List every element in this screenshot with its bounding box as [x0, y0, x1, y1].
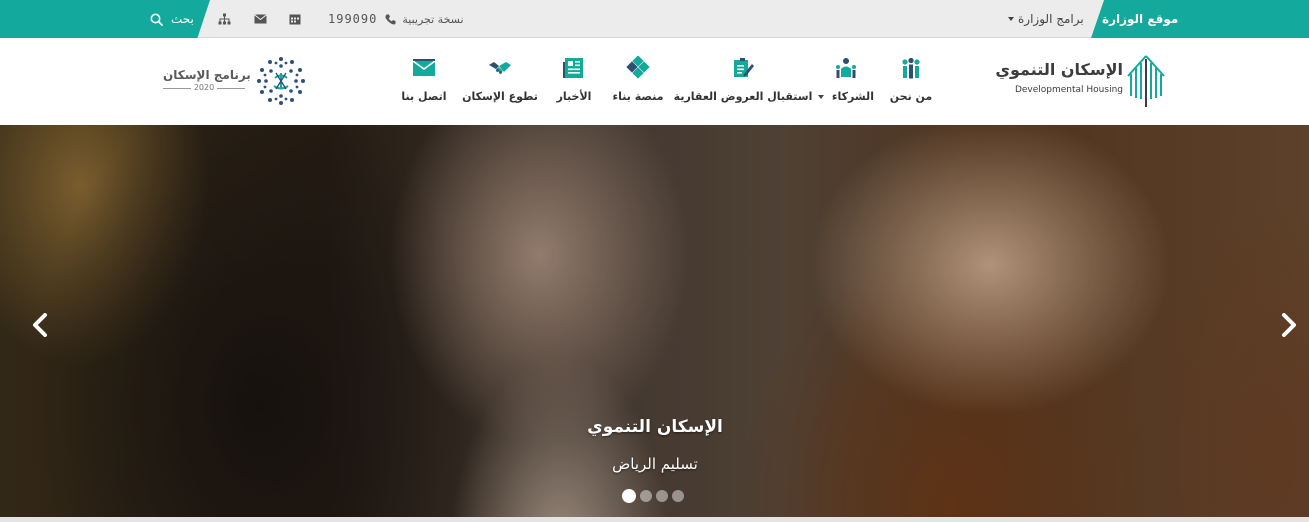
calendar-button[interactable] — [289, 0, 301, 38]
people-icon — [902, 57, 920, 79]
ministry-programs-label: برامج الوزارة — [1018, 12, 1084, 26]
slider-dot-4[interactable] — [672, 490, 684, 502]
ministry-site-link[interactable]: موقع الوزارة — [1102, 0, 1178, 38]
sitemap-button[interactable] — [218, 0, 231, 38]
nav-binaa-platform[interactable]: منصة بناء — [612, 56, 664, 103]
program-year-line: 2020 — [163, 83, 245, 98]
sitemap-icon — [218, 13, 231, 25]
ministry-programs-dropdown[interactable]: برامج الوزارة — [1008, 0, 1084, 38]
search-button[interactable]: بحث — [150, 0, 194, 38]
vision-emblem-icon — [257, 57, 305, 105]
chevron-right-icon — [1282, 313, 1296, 337]
nav-property-offers-label: استقبال العروض العقارية — [673, 90, 813, 103]
search-icon — [150, 13, 163, 26]
top-utility-bar: بحث 199090 نسخة تجريبية برامج الوزارة مو… — [0, 0, 1309, 38]
nav-binaa-platform-label: منصة بناء — [612, 90, 664, 103]
nav-property-offers[interactable]: استقبال العروض العقارية — [674, 56, 812, 103]
program-year: 2020 — [190, 83, 218, 92]
chevron-down-icon — [1008, 17, 1014, 21]
email-button[interactable] — [254, 0, 267, 38]
beta-label: نسخة تجريبية — [402, 12, 464, 26]
slider-dot-3[interactable] — [656, 490, 668, 502]
hero-slider: الإسكان التنموي تسليم الرياض — [0, 125, 1309, 517]
nav-partners-label: الشركاء — [818, 90, 874, 103]
chevron-down-icon — [818, 95, 825, 99]
calendar-icon — [289, 14, 301, 25]
logo-arabic-text: الإسكان التنموي — [995, 60, 1123, 79]
slider-pagination — [622, 489, 684, 503]
slider-dot-1[interactable] — [622, 489, 636, 503]
developmental-housing-logo[interactable]: الإسكان التنموي Developmental Housing — [995, 54, 1166, 109]
nav-contact-us[interactable]: اتصل بنا — [401, 56, 447, 103]
phone-number: 199090 — [328, 12, 378, 26]
slider-dot-2[interactable] — [640, 490, 652, 502]
nav-news-label: الأخبار — [556, 90, 592, 103]
main-header: الإسكان التنموي Developmental Housing من… — [0, 38, 1309, 125]
hotline: 199090 نسخة تجريبية — [328, 0, 464, 38]
nav-news[interactable]: الأخبار — [553, 56, 595, 103]
newspaper-icon — [563, 58, 583, 78]
program-name: برنامج الإسكان — [163, 68, 251, 82]
envelope-small-icon — [254, 14, 267, 24]
slide-subtitle: تسليم الرياض — [612, 455, 698, 473]
partner-icon — [836, 58, 856, 78]
nav-about-us[interactable]: من نحن — [890, 56, 932, 103]
document-edit-icon — [734, 58, 754, 77]
handshake-icon — [489, 62, 511, 74]
chevron-left-icon — [33, 313, 47, 337]
nav-about-us-label: من نحن — [889, 90, 933, 103]
slider-next-button[interactable] — [1277, 307, 1301, 343]
envelope-icon — [412, 59, 436, 76]
logo-english-text: Developmental Housing — [1014, 85, 1123, 95]
page-bottom-strip — [0, 517, 1309, 522]
search-label: بحث — [171, 12, 194, 26]
housing-program-2020-logo[interactable]: برنامج الإسكان 2020 — [160, 54, 310, 109]
ministry-site-label: موقع الوزارة — [1102, 12, 1179, 26]
nav-housing-volunteer[interactable]: تطوع الإسكان — [462, 56, 538, 103]
slide-title: الإسكان التنموي — [587, 417, 723, 437]
nav-contact-us-label: اتصل بنا — [401, 90, 447, 103]
phone-icon — [385, 14, 396, 24]
slider-prev-button[interactable] — [28, 307, 52, 343]
nav-housing-volunteer-label: تطوع الإسكان — [462, 90, 538, 103]
nav-partners[interactable]: الشركاء — [818, 56, 874, 103]
diamond-grid-icon — [626, 56, 650, 79]
housing-logo-icon — [1127, 55, 1165, 107]
